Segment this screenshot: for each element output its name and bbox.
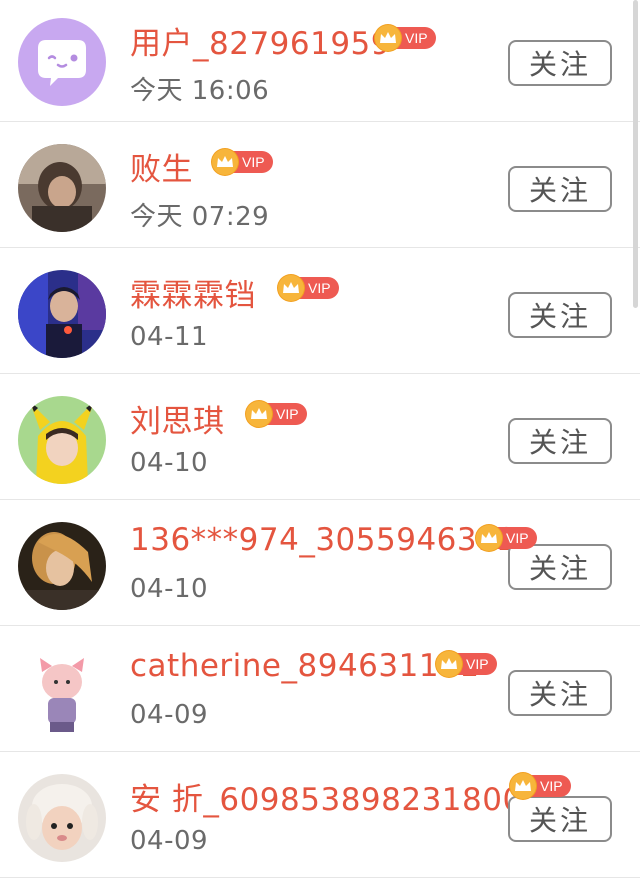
crown-icon (476, 525, 502, 551)
avatar[interactable] (18, 774, 106, 862)
follow-time: 今天 16:06 (130, 76, 270, 106)
vip-badge: VIP (278, 275, 339, 301)
follow-time: 04-11 (130, 322, 209, 352)
crown-icon (212, 149, 238, 175)
user-name[interactable]: 霖霖霖铛 (130, 270, 256, 315)
vip-badge: VIP (246, 401, 307, 427)
chat-bubble-icon (18, 18, 106, 106)
follow-button[interactable]: 关注 (508, 418, 612, 464)
avatar[interactable] (18, 270, 106, 358)
user-photo (18, 144, 106, 232)
list-item[interactable]: 刘思琪 VIP 04-10 关注 (0, 374, 640, 500)
list-item[interactable]: 安 折_6098538982318000 VIP 04-09 关注 (0, 752, 640, 878)
avatar[interactable] (18, 18, 106, 106)
crown-icon (278, 275, 304, 301)
vip-badge: VIP (375, 25, 436, 51)
user-name[interactable]: 用户_827961959 (130, 18, 391, 63)
follow-time: 04-09 (130, 826, 209, 856)
user-photo (18, 648, 106, 736)
list-item[interactable]: 霖霖霖铛 VIP 04-11 关注 (0, 248, 640, 374)
user-photo (18, 396, 106, 484)
user-photo (18, 774, 106, 862)
vip-badge: VIP (212, 149, 273, 175)
vip-badge: VIP (436, 651, 497, 677)
list-item[interactable]: catherine_894631141 VIP 04-09 关注 (0, 626, 640, 752)
user-name[interactable]: 刘思琪 (130, 396, 225, 441)
scrollbar[interactable] (633, 0, 638, 308)
follow-time: 04-10 (130, 448, 209, 478)
user-name[interactable]: catherine_894631141 (130, 648, 480, 684)
avatar[interactable] (18, 396, 106, 484)
vip-badge: VIP (510, 773, 571, 799)
avatar[interactable] (18, 144, 106, 232)
user-name[interactable]: 安 折_6098538982318000 (130, 774, 543, 819)
follow-button[interactable]: 关注 (508, 292, 612, 338)
follow-button[interactable]: 关注 (508, 670, 612, 716)
user-photo (18, 270, 106, 358)
follow-time: 04-09 (130, 700, 209, 730)
avatar[interactable] (18, 648, 106, 736)
crown-icon (436, 651, 462, 677)
follower-list: 用户_827961959 VIP 今天 16:06 关注 败生 VIP 今天 0… (0, 0, 640, 878)
avatar[interactable] (18, 522, 106, 610)
follow-button[interactable]: 关注 (508, 40, 612, 86)
crown-icon (375, 25, 401, 51)
user-photo (18, 522, 106, 610)
follow-button[interactable]: 关注 (508, 796, 612, 842)
user-name[interactable]: 败生 (130, 144, 193, 189)
follow-button[interactable]: 关注 (508, 166, 612, 212)
follow-button[interactable]: 关注 (508, 544, 612, 590)
list-item[interactable]: 败生 VIP 今天 07:29 关注 (0, 122, 640, 248)
vip-badge: VIP (476, 525, 537, 551)
crown-icon (246, 401, 272, 427)
follow-time: 今天 07:29 (130, 202, 270, 232)
list-item[interactable]: 136***974_3055946392 VIP 04-10 关注 (0, 500, 640, 626)
follow-time: 04-10 (130, 574, 209, 604)
user-name[interactable]: 136***974_3055946392 (130, 522, 518, 558)
crown-icon (510, 773, 536, 799)
list-item[interactable]: 用户_827961959 VIP 今天 16:06 关注 (0, 0, 640, 122)
